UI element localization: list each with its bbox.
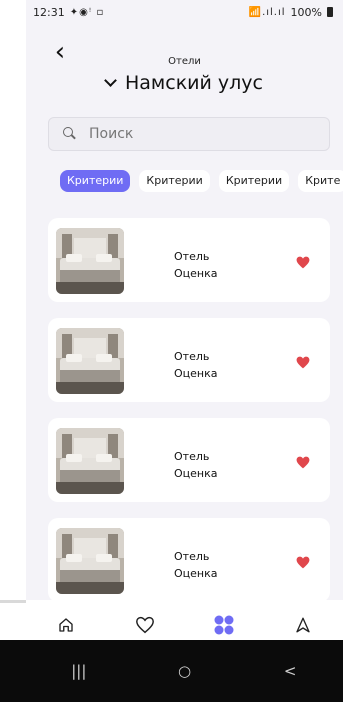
hotel-rating: Оценка xyxy=(174,367,218,380)
bottom-navigation xyxy=(26,600,343,640)
hotel-name: Отель xyxy=(174,550,210,563)
region-selector[interactable]: Намский улус xyxy=(26,72,343,94)
nav-favorites[interactable] xyxy=(125,605,165,645)
page-title: Намский улус xyxy=(124,72,263,94)
navigation-arrow-icon xyxy=(296,617,311,633)
system-navigation-bar: ||| ○ < xyxy=(26,640,343,702)
filter-chip[interactable]: Критерии xyxy=(218,170,290,192)
hotel-name: Отель xyxy=(174,450,210,463)
system-bar-fragment xyxy=(0,640,26,702)
nav-catalog[interactable] xyxy=(204,605,244,645)
heart-icon[interactable] xyxy=(296,256,310,269)
app-screen: 12:31 ✦◉ꜝ ▫ 📶.ıl.ıl 100% ‹ Отели Намский… xyxy=(26,0,343,702)
page-subtitle: Отели xyxy=(168,56,201,67)
hotel-name: Отель xyxy=(174,350,210,363)
filter-chip[interactable]: Критерии xyxy=(139,170,210,192)
hotel-rating: Оценка xyxy=(174,567,218,580)
heart-icon[interactable] xyxy=(296,456,310,469)
filter-chip[interactable]: Крите xyxy=(298,170,343,192)
hotel-card[interactable]: Отель Оценка xyxy=(48,318,330,402)
header: ‹ Отели Намский улус xyxy=(26,36,343,100)
hotel-photo xyxy=(56,328,124,394)
hotel-rating: Оценка xyxy=(174,267,218,280)
status-bar: 12:31 ✦◉ꜝ ▫ 📶.ıl.ıl 100% xyxy=(26,0,343,24)
heart-outline-icon xyxy=(135,616,154,634)
chevron-down-icon xyxy=(104,73,117,87)
hotel-card[interactable]: Отель Оценка xyxy=(48,218,330,302)
notification-icons: ✦◉ꜝ ▫ xyxy=(69,6,105,18)
heart-icon[interactable] xyxy=(296,356,310,369)
hotel-photo xyxy=(56,528,124,594)
battery-percent: 100% xyxy=(290,5,322,19)
search-bar[interactable] xyxy=(48,117,330,151)
nav-home[interactable] xyxy=(46,605,86,645)
hotel-photo xyxy=(56,428,124,494)
status-right: 📶.ıl.ıl 100% xyxy=(249,6,333,19)
hotel-info: Отель Оценка xyxy=(174,448,218,482)
hotel-rating: Оценка xyxy=(174,467,218,480)
home-button[interactable]: ○ xyxy=(164,662,204,680)
filter-chips: Критерии Критерии Критерии Крите xyxy=(60,170,343,194)
home-icon xyxy=(58,618,73,632)
status-left: 12:31 ✦◉ꜝ ▫ xyxy=(33,6,104,19)
status-time: 12:31 xyxy=(33,5,65,19)
search-input[interactable] xyxy=(89,126,289,142)
search-icon xyxy=(63,127,77,141)
hotel-name: Отель xyxy=(174,250,210,263)
filter-chip[interactable]: Критерии xyxy=(60,170,131,192)
hotel-list: Отель Оценка Отель Оценка Отель Оценка О… xyxy=(48,218,330,618)
hotel-card[interactable]: Отель Оценка xyxy=(48,418,330,502)
hotel-info: Отель Оценка xyxy=(174,548,218,582)
hotel-card[interactable]: Отель Оценка xyxy=(48,518,330,602)
hotel-info: Отель Оценка xyxy=(174,248,218,282)
heart-icon[interactable] xyxy=(296,556,310,569)
nav-route[interactable] xyxy=(283,605,323,645)
left-background-strip xyxy=(0,0,26,702)
hotel-info: Отель Оценка xyxy=(174,348,218,382)
back-button[interactable]: < xyxy=(270,662,310,680)
battery-icon xyxy=(327,7,333,17)
signal-icon: 📶.ıl.ıl xyxy=(248,6,286,18)
recent-apps-button[interactable]: ||| xyxy=(59,662,99,680)
hotel-photo xyxy=(56,228,124,294)
grid-dots-icon xyxy=(214,615,234,635)
divider xyxy=(0,600,26,603)
